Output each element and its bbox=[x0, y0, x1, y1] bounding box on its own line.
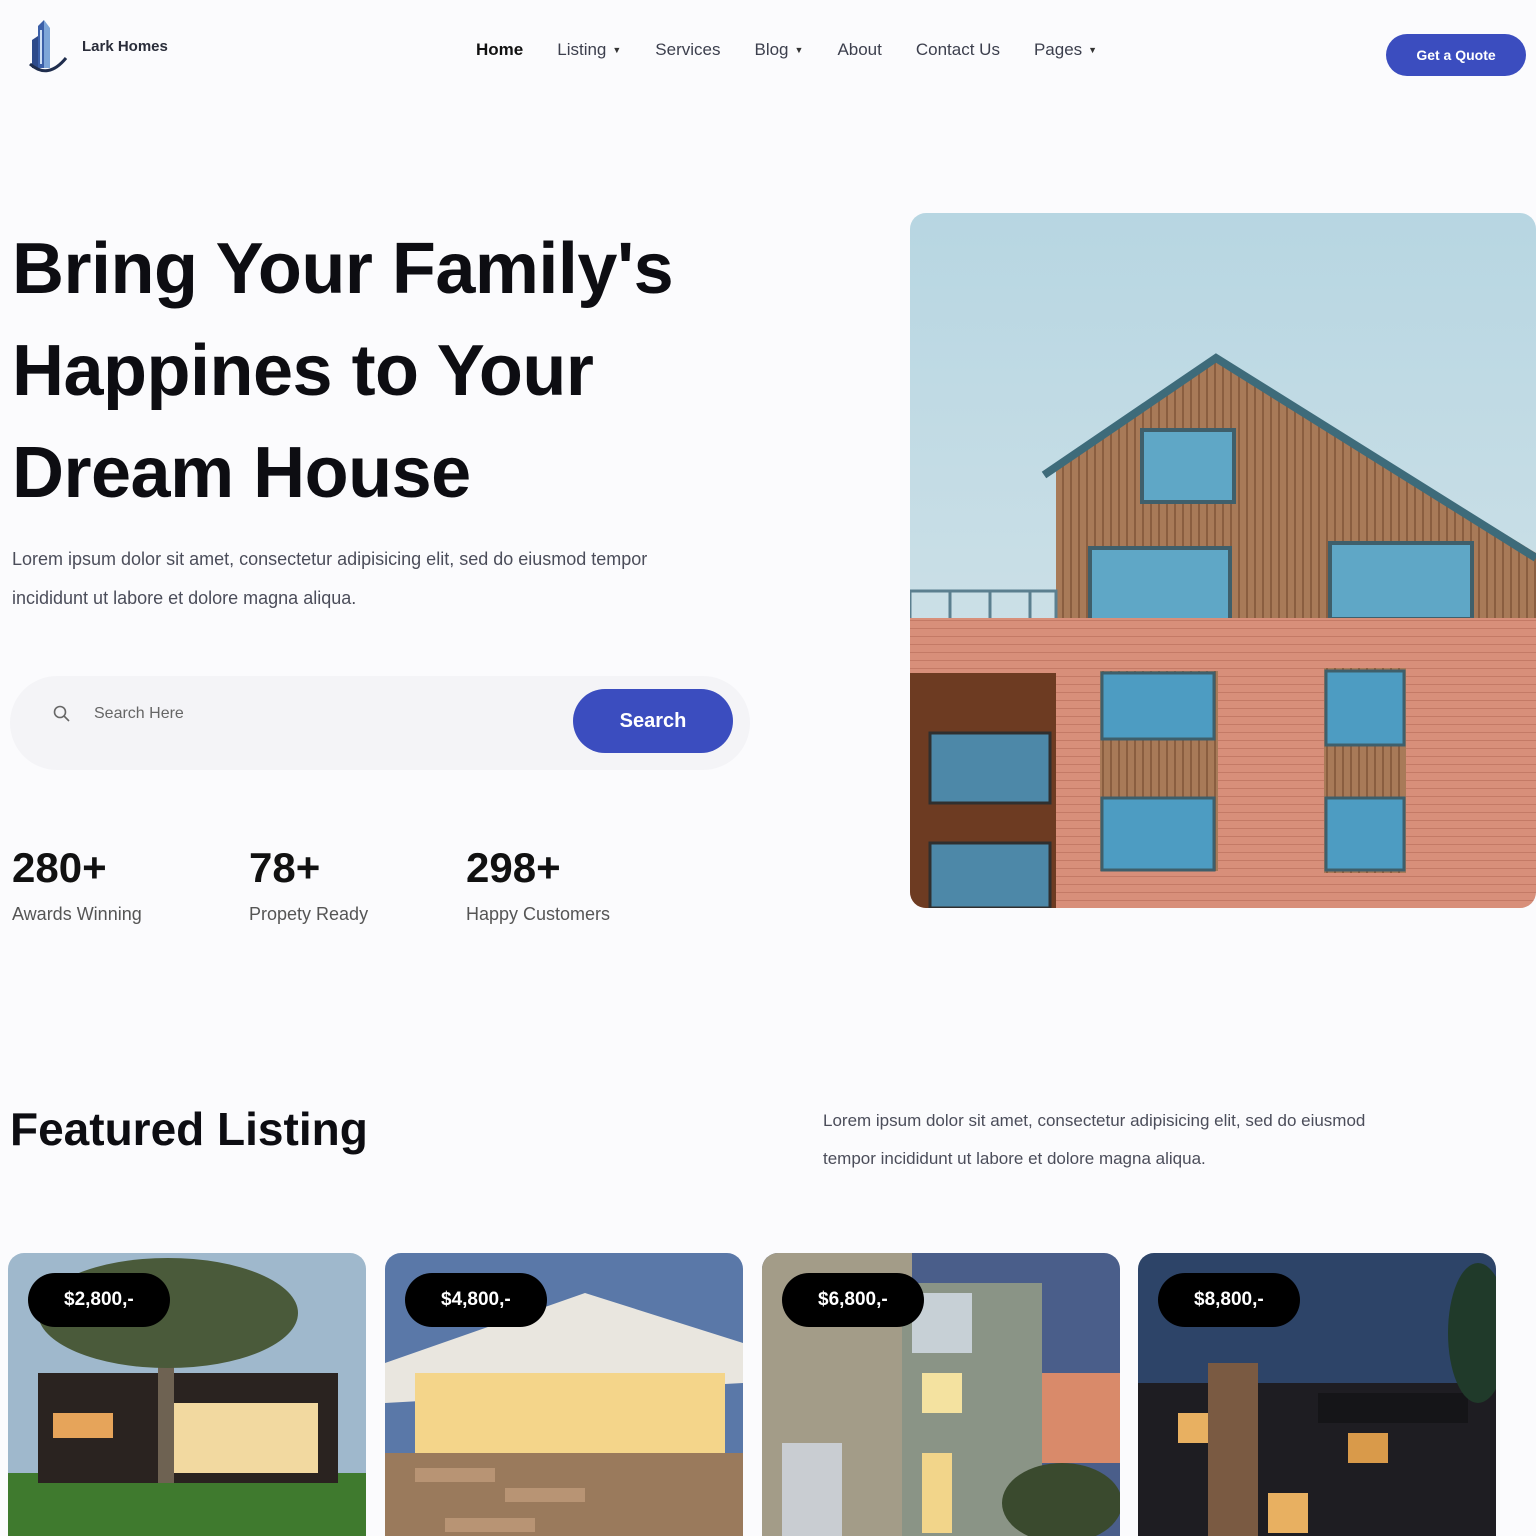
main-nav: Home Listing ▼ Services Blog ▼ About Conta… bbox=[476, 40, 1131, 60]
caret-down-icon: ▼ bbox=[612, 45, 622, 55]
brand-name: Lark Homes bbox=[82, 38, 168, 55]
hero-title-line-2: Happines to Your bbox=[12, 331, 594, 411]
featured-title: Featured Listing bbox=[10, 1103, 368, 1155]
listing-card[interactable]: $6,800,- bbox=[762, 1253, 1120, 1536]
price-badge: $2,800,- bbox=[28, 1273, 170, 1327]
price-badge: $4,800,- bbox=[405, 1273, 547, 1327]
price-badge: $8,800,- bbox=[1158, 1273, 1300, 1327]
nav-contact-label: Contact Us bbox=[915, 40, 1000, 59]
search-button[interactable]: Search bbox=[573, 689, 733, 753]
featured-description-line-1: Lorem ipsum dolor sit amet, consectetur … bbox=[823, 1111, 1366, 1130]
nav-pages[interactable]: Pages ▼ bbox=[1034, 40, 1097, 60]
featured-description: Lorem ipsum dolor sit amet, consectetur … bbox=[823, 1102, 1503, 1178]
hero-title-line-3: Dream House bbox=[12, 433, 471, 513]
stat-label: Happy Customers bbox=[466, 904, 611, 924]
nav-contact[interactable]: Contact Us bbox=[916, 40, 1000, 60]
nav-services-label: Services bbox=[655, 40, 721, 59]
nav-blog-label: Blog bbox=[754, 40, 789, 59]
nav-home-label: Home bbox=[476, 40, 524, 59]
nav-blog[interactable]: Blog ▼ bbox=[754, 40, 803, 60]
search-input[interactable] bbox=[94, 700, 534, 728]
featured-description-line-2: tempor incididunt ut labore et dolore ma… bbox=[823, 1149, 1206, 1168]
listing-card[interactable]: $2,800,- bbox=[8, 1253, 366, 1536]
get-quote-button[interactable]: Get a Quote bbox=[1386, 34, 1526, 76]
price-badge: $6,800,- bbox=[782, 1273, 924, 1327]
stat-value: 298+ bbox=[466, 844, 561, 891]
stat-value: 280+ bbox=[12, 844, 107, 891]
nav-services[interactable]: Services bbox=[655, 40, 720, 60]
nav-pages-label: Pages bbox=[1033, 40, 1083, 59]
hero-description-line-1: Lorem ipsum dolor sit amet, consectetur … bbox=[12, 549, 648, 569]
caret-down-icon: ▼ bbox=[794, 45, 804, 55]
nav-listing[interactable]: Listing ▼ bbox=[557, 40, 621, 60]
stat-property: 78+ Propety Ready bbox=[249, 844, 368, 925]
nav-about-label: About bbox=[837, 40, 882, 59]
listing-card[interactable]: $8,800,- bbox=[1138, 1253, 1496, 1536]
stat-label: Awards Winning bbox=[12, 904, 142, 924]
hero-description: Lorem ipsum dolor sit amet, consectetur … bbox=[12, 540, 772, 618]
stat-customers: 298+ Happy Customers bbox=[466, 844, 610, 925]
stat-value: 78+ bbox=[249, 844, 321, 891]
stat-label: Propety Ready bbox=[249, 904, 369, 924]
nav-listing-label: Listing bbox=[557, 40, 607, 59]
stat-awards: 280+ Awards Winning bbox=[12, 844, 142, 925]
hero-title-line-1: Bring Your Family's bbox=[12, 229, 674, 309]
listing-card[interactable]: $4,800,- bbox=[385, 1253, 743, 1536]
hero-title: Bring Your Family's Happines to Your Dre… bbox=[12, 218, 772, 524]
nav-about[interactable]: About bbox=[837, 40, 881, 60]
nav-home[interactable]: Home bbox=[476, 40, 523, 60]
brand-logo[interactable]: Lark Homes bbox=[26, 18, 168, 78]
caret-down-icon: ▼ bbox=[1088, 45, 1098, 55]
building-logo-icon bbox=[29, 20, 68, 73]
hero-description-line-2: incididunt ut labore et dolore magna ali… bbox=[12, 588, 357, 608]
hero-house-image bbox=[910, 213, 1536, 908]
search-icon bbox=[53, 705, 70, 722]
